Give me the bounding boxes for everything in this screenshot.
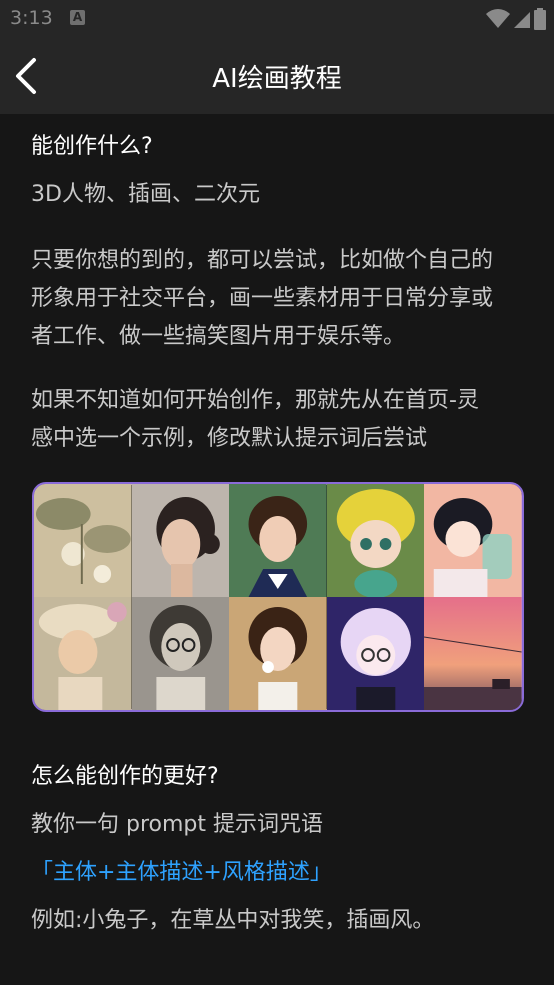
gallery-tile-portrait-bun — [131, 484, 230, 597]
gallery-tile-anime-jar — [424, 484, 522, 597]
example-gallery — [32, 482, 524, 712]
app-bar: AI绘画教程 — [0, 38, 554, 114]
paragraph-2-line-2: 感中选一个示例，修改默认提示词后尝试 — [31, 426, 428, 451]
gallery-tile-vintage-woman — [34, 597, 132, 710]
paragraph-2-line-1: 如果不知道如何开始创作，那就先从在首页-灵 — [31, 388, 479, 413]
paragraph-1-line-2: 形象用于社交平台，画一些素材用于日常分享或 — [31, 286, 494, 311]
page-title: AI绘画教程 — [212, 64, 342, 94]
battery-icon — [534, 8, 546, 30]
prompt-tip: 教你一句 prompt 提示词咒语 — [31, 812, 323, 837]
section-heading-what: 能创作什么? — [31, 134, 153, 159]
prompt-formula: 「主体+主体描述+风格描述」 — [31, 860, 332, 885]
paragraph-1-line-3: 者工作、做一些搞笑图片用于娱乐等。 — [31, 324, 406, 349]
gallery-tile-sketch-glasses — [131, 597, 230, 710]
wifi-icon — [486, 9, 510, 28]
gallery-tile-3d-figure — [326, 484, 425, 597]
prompt-example: 例如:小兔子，在草丛中对我笑，插画风。 — [31, 908, 435, 933]
what-answer: 3D人物、插画、二次元 — [31, 182, 260, 207]
gallery-tile-lotus — [34, 484, 132, 597]
signal-icon — [514, 12, 530, 28]
section-heading-how: 怎么能创作的更好? — [31, 764, 219, 789]
status-icons — [486, 6, 546, 32]
status-time: 3:13 — [10, 7, 53, 29]
gallery-tile-anime-glasses — [326, 597, 425, 710]
status-bar: 3:13 A — [0, 0, 554, 38]
notification-icon: A — [70, 10, 85, 25]
gallery-tile-sunset — [424, 597, 522, 710]
gallery-tile-girl-braids — [229, 484, 327, 597]
gallery-tile-girl-flower — [229, 597, 327, 710]
paragraph-1-line-1: 只要你想的到的，都可以尝试，比如做个自己的 — [31, 248, 494, 273]
